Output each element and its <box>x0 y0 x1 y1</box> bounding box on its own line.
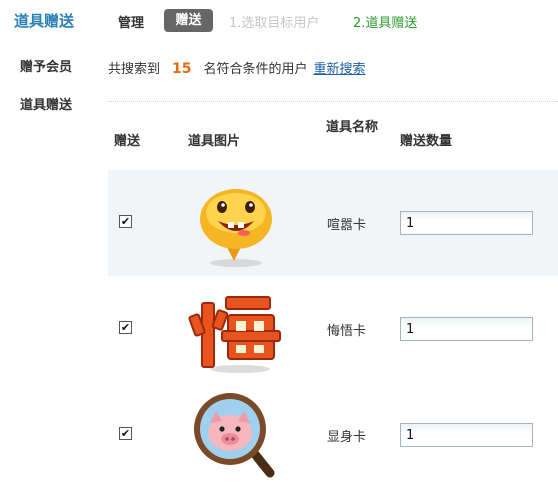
sidebar-item-gift-member[interactable]: 赠予会员 <box>20 56 72 75</box>
quantity-input[interactable] <box>400 211 533 235</box>
table-row: ✔ 悔悟卡 <box>108 276 558 382</box>
page-title: 道具赠送 <box>14 12 75 30</box>
column-header-image: 道具图片 <box>188 134 241 149</box>
column-header-name: 道具名称 <box>326 120 379 135</box>
top-header: 道具赠送 管理 赠送 1.选取目标用户 2.道具赠送 <box>0 0 558 40</box>
table-row: ✔ 喧嚣卡 <box>108 170 558 276</box>
search-summary: 共搜索到 15 名符合条件的用户 重新搜索 <box>108 58 366 77</box>
table-header: 赠送 道具图片 道具名称 赠送数量 <box>108 106 558 170</box>
column-header-gift: 赠送 <box>114 134 141 149</box>
summary-suffix: 名符合条件的用户 <box>203 62 308 77</box>
summary-prefix: 共搜索到 <box>108 62 161 77</box>
step-gift-props: 2.道具赠送 <box>353 16 418 31</box>
gift-checkbox[interactable]: ✔ <box>119 215 132 228</box>
research-link[interactable]: 重新搜索 <box>314 62 366 77</box>
prop-name: 显身卡 <box>327 430 367 445</box>
column-header-quantity: 赠送数量 <box>400 134 453 149</box>
sidebar-item-gift-props[interactable]: 道具赠送 <box>20 94 72 113</box>
quantity-input[interactable] <box>400 317 533 341</box>
smiley-speech-bubble-icon <box>188 175 284 271</box>
step-select-users[interactable]: 1.选取目标用户 <box>229 12 319 31</box>
gift-checkbox[interactable]: ✔ <box>119 321 132 334</box>
divider <box>108 101 558 102</box>
hui-character-icon <box>188 281 284 377</box>
gift-checkbox[interactable]: ✔ <box>119 427 132 440</box>
table-row: ✔ 显身卡 <box>108 382 558 488</box>
magnifier-pig-icon <box>188 387 284 483</box>
prop-name: 悔悟卡 <box>327 324 367 339</box>
result-count: 15 <box>172 61 192 77</box>
tab-gift[interactable]: 赠送 <box>164 9 213 32</box>
quantity-input[interactable] <box>400 423 533 447</box>
tab-manage[interactable]: 管理 <box>118 12 144 31</box>
prop-name: 喧嚣卡 <box>327 218 367 233</box>
